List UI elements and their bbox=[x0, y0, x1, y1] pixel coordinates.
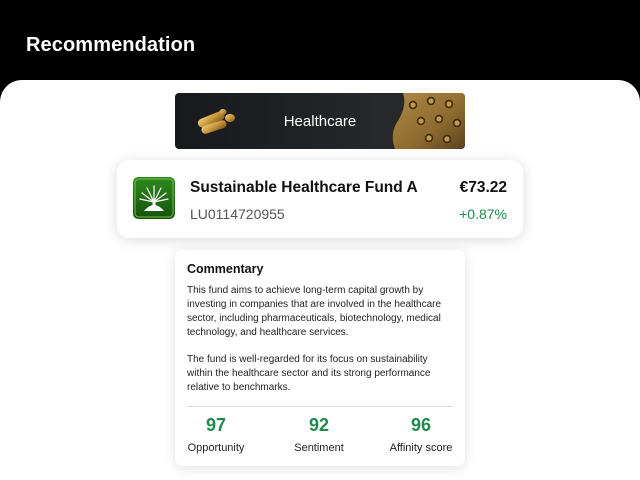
commentary-card: Commentary This fund aims to achieve lon… bbox=[175, 250, 465, 466]
fund-price: €73.22 bbox=[459, 179, 507, 196]
fund-isin: LU0114720955 bbox=[190, 206, 285, 222]
fund-name: Sustainable Healthcare Fund A bbox=[190, 179, 418, 196]
banner-label: Healthcare bbox=[283, 112, 357, 130]
fund-card[interactable]: Sustainable Healthcare Fund A LU01147209… bbox=[117, 160, 523, 238]
metric-value: 92 bbox=[308, 415, 330, 435]
metric-value: 97 bbox=[205, 415, 227, 435]
tree-logo-icon bbox=[133, 177, 175, 219]
commentary-title: Commentary bbox=[187, 262, 264, 276]
category-banner[interactable]: Healthcare bbox=[175, 93, 465, 149]
commentary-paragraph: This fund aims to achieve long-term capi… bbox=[187, 285, 442, 338]
metric-opportunity: 97 Opportunity bbox=[168, 414, 264, 455]
metric-affinity-score: 96 Affinity score bbox=[373, 414, 469, 455]
metric-label: Affinity score bbox=[389, 442, 453, 454]
fund-change: +0.87% bbox=[459, 206, 507, 222]
metric-label: Opportunity bbox=[187, 442, 245, 454]
metric-sentiment: 92 Sentiment bbox=[271, 414, 367, 455]
metric-label: Sentiment bbox=[294, 442, 344, 454]
page-title: Recommendation bbox=[26, 34, 196, 56]
divider bbox=[187, 406, 453, 407]
metric-value: 96 bbox=[410, 415, 432, 435]
commentary-paragraph: The fund is well-regarded for its focus … bbox=[187, 354, 431, 393]
app-header: Recommendation bbox=[0, 0, 640, 92]
